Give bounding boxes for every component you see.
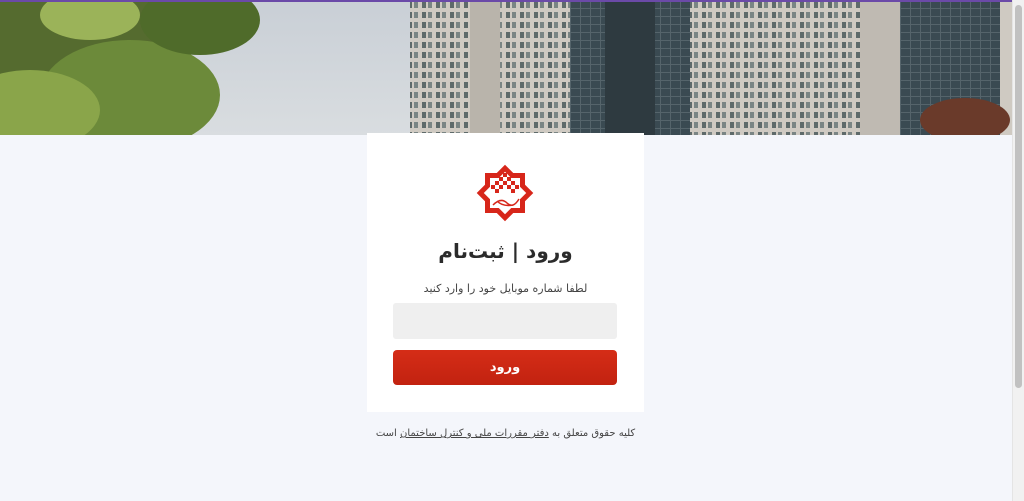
page-title: ورود | ثبت‌نام: [438, 239, 573, 263]
footer-suffix-text: است: [375, 428, 397, 439]
scrollbar-thumb[interactable]: [1015, 5, 1022, 388]
top-accent-line: [0, 0, 1024, 2]
footer-prefix-text: کلیه حقوق متعلق به: [552, 428, 636, 439]
hero-banner-image: [0, 0, 1012, 135]
mobile-number-input[interactable]: [393, 303, 617, 339]
login-page: ورود | ثبت‌نام لطفا شماره موبایل خود را …: [0, 0, 1024, 501]
footer-organization-link[interactable]: دفتر مقررات ملی و کنترل ساختمان: [400, 428, 549, 439]
buildings-photo: [0, 0, 1012, 135]
vertical-scrollbar[interactable]: [1012, 0, 1024, 501]
octagram-emblem-icon: [476, 164, 534, 222]
copyright-footer: کلیه حقوق متعلق به دفتر مقررات ملی و کنت…: [367, 428, 644, 439]
login-button[interactable]: ورود: [393, 350, 617, 385]
phone-instruction-label: لطفا شماره موبایل خود را وارد کنید: [423, 282, 588, 295]
login-card: ورود | ثبت‌نام لطفا شماره موبایل خود را …: [367, 133, 644, 412]
